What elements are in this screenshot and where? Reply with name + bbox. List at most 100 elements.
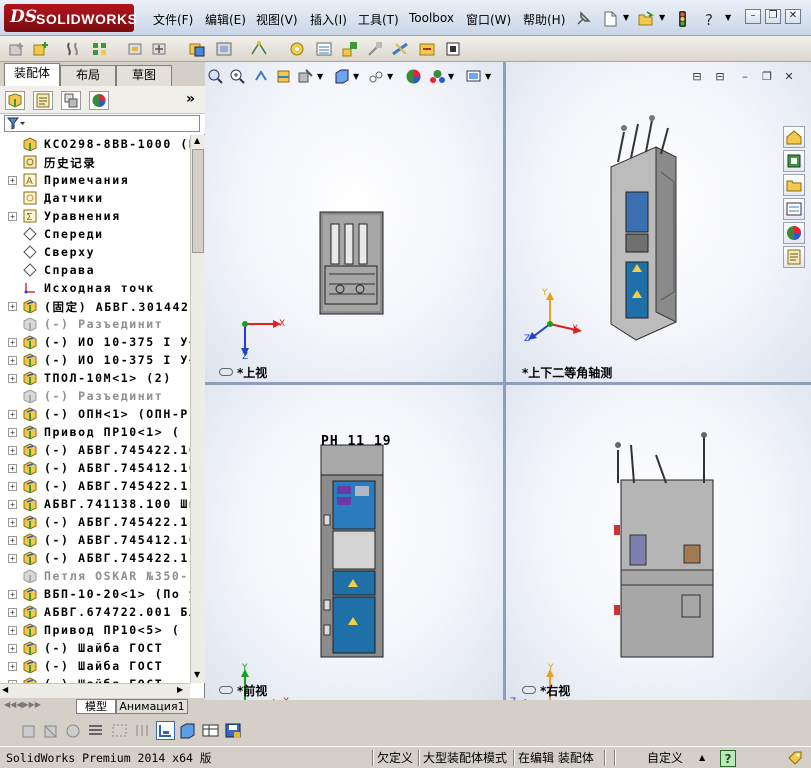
pane-minimize-icon[interactable]: – [738, 71, 752, 84]
menu-tools[interactable]: 工具(T) [358, 11, 399, 28]
view-palette-icon[interactable] [783, 198, 805, 220]
expand-icon[interactable]: + [8, 608, 17, 617]
new-part-icon[interactable] [32, 40, 50, 58]
wireframe-icon[interactable] [86, 721, 105, 740]
tree-item[interactable]: (-) Разъединит [0, 387, 190, 405]
expand-icon[interactable]: + [8, 590, 17, 599]
pane-close-icon[interactable]: ✕ [782, 71, 796, 84]
menu-view[interactable]: 视图(V) [256, 11, 298, 28]
tree-item[interactable]: Исходная точк [0, 279, 190, 297]
assembly-features-icon[interactable] [215, 40, 233, 58]
bill-of-materials-icon[interactable] [315, 40, 333, 58]
expand-icon[interactable]: + [8, 446, 17, 455]
expand-icon[interactable]: + [8, 554, 17, 563]
minimize-button[interactable]: – [745, 9, 761, 24]
hidden-lines-visible-icon[interactable] [133, 721, 152, 740]
dropdown-icon[interactable]: ▼ [353, 72, 359, 81]
menu-window[interactable]: 窗口(W) [466, 11, 511, 28]
scroll-down-icon[interactable]: ▼ [194, 670, 200, 679]
tree-item[interactable]: + A Примечания [0, 171, 190, 189]
help-dropdown-icon[interactable]: ▼ [725, 13, 731, 22]
link-views-icon[interactable] [219, 686, 233, 694]
menu-insert[interactable]: 插入(I) [310, 11, 347, 28]
viewport-isometric[interactable]: Y X Z *上下二等角轴测 ⊟ ⊟ – ❐ ✕ [506, 62, 811, 382]
link-views-icon[interactable] [522, 686, 536, 694]
scroll-up-icon[interactable]: ▲ [194, 136, 200, 145]
view-orientation-icon[interactable] [20, 721, 39, 740]
apply-scene-icon[interactable] [429, 68, 446, 85]
section-view-icon[interactable] [42, 721, 61, 740]
scroll-thumb[interactable] [192, 149, 204, 253]
tab-model[interactable]: 模型 [76, 699, 116, 714]
tree-vertical-scrollbar[interactable]: ▲ ▼ [190, 135, 205, 683]
display-style-icon[interactable] [367, 68, 384, 85]
tree-item[interactable]: + (-) ИО 10-375 I У<1> [0, 333, 190, 351]
custom-properties-icon[interactable] [783, 246, 805, 268]
menu-edit[interactable]: 编辑(E) [205, 11, 246, 28]
hidden-lines-icon[interactable] [110, 721, 129, 740]
smart-fasteners-icon[interactable] [126, 40, 144, 58]
tree-item[interactable]: + Привод ПР10<5> ( [0, 621, 190, 639]
previous-view-icon[interactable] [253, 68, 270, 85]
tree-item[interactable]: Сверху [0, 243, 190, 261]
insert-component-icon[interactable] [8, 40, 26, 58]
tree-item[interactable]: Справа [0, 261, 190, 279]
dropdown-icon[interactable]: ▼ [448, 72, 454, 81]
expand-icon[interactable]: + [8, 302, 17, 311]
pane-split-vertical-icon[interactable]: ⊟ [713, 71, 727, 84]
tab-animation[interactable]: Анимация1 [116, 699, 188, 714]
expand-icon[interactable]: + [8, 662, 17, 671]
hide-show-icon[interactable] [64, 721, 83, 740]
tree-item[interactable]: + (-) АБВГ.745422.111 [0, 513, 190, 531]
exploded-view-icon[interactable] [341, 40, 359, 58]
tab-layout[interactable]: 布局 [60, 65, 116, 86]
tree-item[interactable]: Спереди [0, 225, 190, 243]
tree-item[interactable]: Петля OSKAR №350-1 [0, 567, 190, 585]
design-library-icon[interactable] [783, 150, 805, 172]
expand-icon[interactable]: + [8, 536, 17, 545]
expand-panel-icon[interactable]: » [186, 91, 195, 107]
tab-nav-icons[interactable]: ◀◀◀▶▶▶ [4, 700, 41, 709]
expand-icon[interactable]: + [8, 464, 17, 473]
reference-geometry-icon[interactable] [250, 40, 268, 58]
appearances-icon[interactable] [783, 222, 805, 244]
tree-item[interactable]: + ВБП-10-20<1> (По у [0, 585, 190, 603]
tree-item[interactable]: +(-) Шайба ГОСТ [0, 675, 190, 683]
filter-input[interactable] [4, 115, 200, 132]
featuremanager-tree-icon[interactable] [5, 91, 25, 110]
solidworks-logo[interactable]: DS SOLIDWORKS [4, 4, 137, 32]
section-view-icon[interactable] [275, 68, 292, 85]
expand-icon[interactable]: + [8, 338, 17, 347]
property-manager-icon[interactable] [33, 91, 53, 110]
tree-item[interactable]: КСО298-8ВВ-1000 (По [0, 135, 190, 153]
display-pane-icon[interactable] [201, 721, 220, 740]
mate-icon[interactable] [64, 40, 82, 58]
tree-item[interactable]: +(-) Шайба ГОСТ [0, 639, 190, 657]
expand-icon[interactable]: + [8, 518, 17, 527]
scroll-right-icon[interactable]: ▶ [177, 685, 183, 694]
save-snapshot-icon[interactable] [224, 721, 243, 740]
new-document-icon[interactable] [600, 9, 620, 27]
tab-assembly[interactable]: 装配体 [4, 63, 60, 86]
units-menu-icon[interactable]: ▲ [699, 750, 705, 767]
open-folder-icon[interactable] [636, 9, 656, 27]
pin-icon[interactable] [573, 9, 593, 27]
viewport-front[interactable]: РН 11 19 Y X *前视 [205, 385, 503, 700]
expand-icon[interactable]: + [8, 428, 17, 437]
tree-item[interactable]: + (-) АБВГ.745422.108 [0, 441, 190, 459]
menu-toolbox[interactable]: Toolbox [409, 11, 454, 25]
new-motion-study-icon[interactable] [288, 40, 306, 58]
viewport-top[interactable]: X Z *上视 [205, 62, 503, 382]
tree-item[interactable]: + (-) ОПН<1> (ОПН-Р [0, 405, 190, 423]
tree-item[interactable]: +(-) Шайба ГОСТ [0, 657, 190, 675]
tree-horizontal-scrollbar[interactable]: ◀ ▶ [0, 683, 190, 698]
expand-icon[interactable]: + [8, 212, 17, 221]
graphics-area[interactable]: X Z *上视 Y X Z *上下二等角轴测 ⊟ ⊟ – ❐ ✕ РН 11 1… [205, 62, 811, 700]
solidworks-resources-icon[interactable] [783, 126, 805, 148]
zoom-to-fit-icon[interactable] [207, 68, 224, 85]
tab-sketch[interactable]: 草图 [116, 65, 172, 86]
show-hidden-icon[interactable] [188, 40, 206, 58]
shaded-icon[interactable] [178, 721, 197, 740]
expand-icon[interactable]: + [8, 356, 17, 365]
zoom-area-icon[interactable] [229, 68, 246, 85]
